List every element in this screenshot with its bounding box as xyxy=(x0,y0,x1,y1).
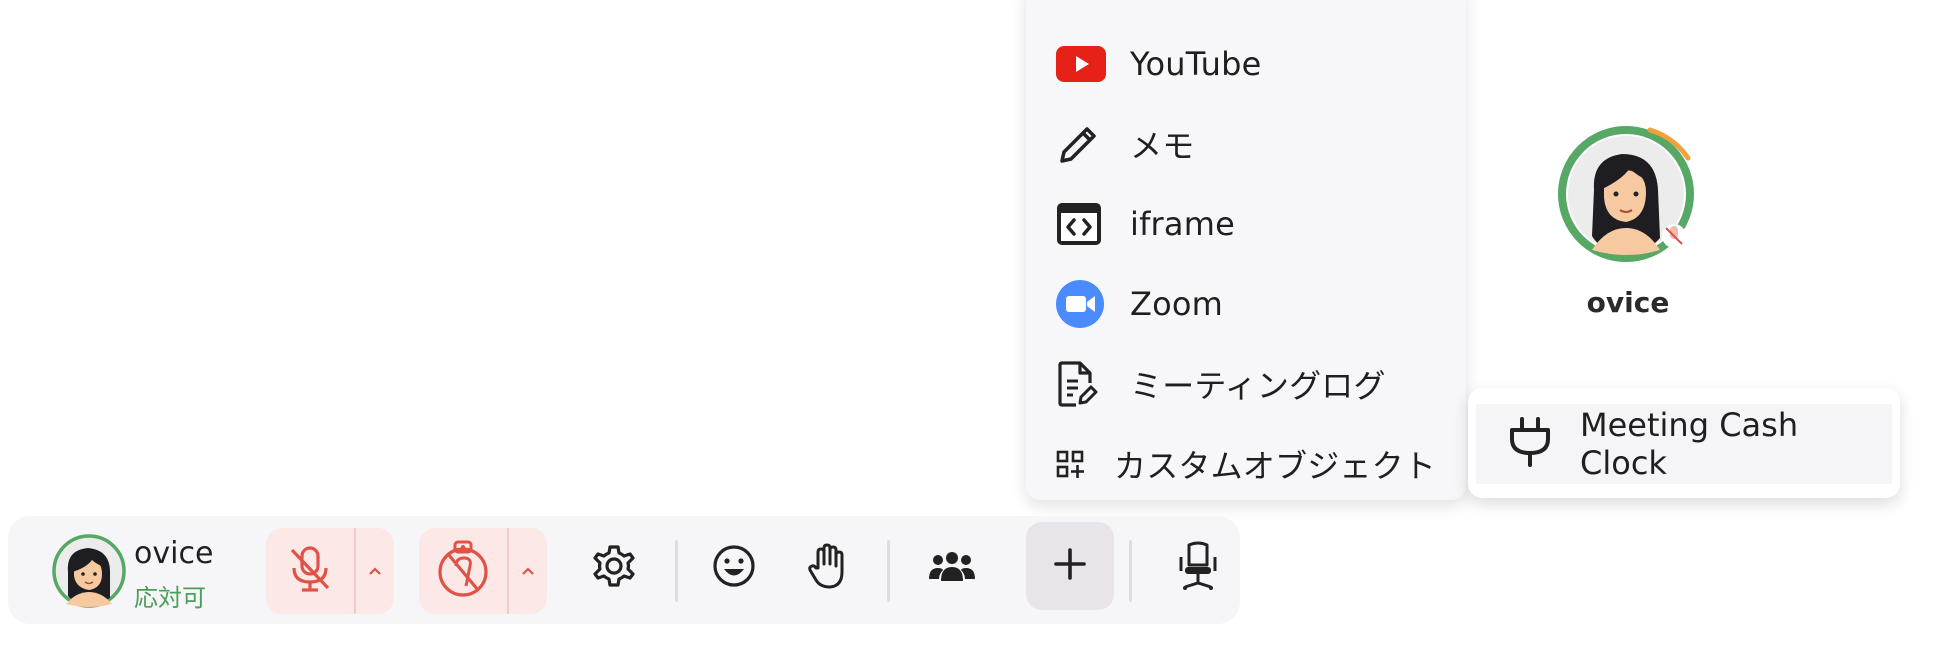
submenu-item-meeting-cash-clock[interactable]: Meeting Cash Clock xyxy=(1476,404,1892,484)
iframe-icon xyxy=(1056,202,1102,246)
submenu-item-label: Meeting Cash Clock xyxy=(1580,406,1799,482)
emoji-icon xyxy=(712,544,756,592)
gear-icon xyxy=(592,544,636,592)
plus-icon xyxy=(1052,546,1088,586)
toolbar-divider xyxy=(887,540,890,602)
pencil-icon xyxy=(1056,121,1102,167)
menu-item-label: カスタムオブジェクト xyxy=(1114,447,1437,485)
menu-item-label: YouTube xyxy=(1130,45,1262,83)
self-avatar[interactable] xyxy=(52,534,126,612)
menu-item-label: メモ xyxy=(1130,127,1195,165)
self-status[interactable]: 応対可 xyxy=(134,578,206,613)
reaction-button[interactable] xyxy=(704,538,764,598)
bottom-toolbar: ovice 応対可 xyxy=(8,516,1240,624)
toolbar-divider xyxy=(675,540,678,602)
mic-toggle-group xyxy=(266,528,394,614)
raise-hand-button[interactable] xyxy=(798,538,858,598)
participants-button[interactable] xyxy=(922,538,982,598)
map-user-name: ovice xyxy=(1586,286,1670,319)
youtube-icon xyxy=(1056,46,1106,82)
camera-options-button[interactable] xyxy=(509,528,547,614)
chevron-up-icon xyxy=(520,562,536,581)
menu-item-youtube[interactable]: YouTube xyxy=(1026,28,1466,100)
mic-off-icon xyxy=(288,544,332,598)
menu-item-label: Zoom xyxy=(1130,285,1224,323)
meeting-log-icon xyxy=(1056,361,1098,407)
avatar xyxy=(1558,126,1694,262)
camera-off-icon xyxy=(434,540,492,602)
office-chair-icon xyxy=(1177,541,1219,595)
add-object-button[interactable] xyxy=(1026,522,1114,610)
people-icon xyxy=(928,549,976,587)
menu-item-custom-object[interactable]: カスタムオブジェクト xyxy=(1026,428,1466,500)
menu-item-meeting-log[interactable]: ミーティングログ xyxy=(1026,348,1466,420)
raise-hand-icon xyxy=(806,542,850,594)
camera-toggle-group xyxy=(419,528,547,614)
custom-object-submenu: Meeting Cash Clock xyxy=(1468,388,1900,498)
map-user-avatar[interactable]: ovice xyxy=(1556,118,1706,319)
camera-toggle-button[interactable] xyxy=(419,528,507,614)
mic-options-button[interactable] xyxy=(356,528,394,614)
settings-button[interactable] xyxy=(584,538,644,598)
chevron-up-icon xyxy=(367,562,383,581)
seat-button[interactable] xyxy=(1168,538,1228,598)
self-name: ovice xyxy=(134,536,214,571)
custom-object-icon xyxy=(1056,450,1084,478)
mic-toggle-button[interactable] xyxy=(266,528,354,614)
menu-item-label: iframe xyxy=(1130,205,1235,243)
menu-item-iframe[interactable]: iframe xyxy=(1026,188,1466,260)
toolbar-divider xyxy=(1129,540,1132,602)
zoom-icon xyxy=(1056,280,1104,328)
menu-item-memo[interactable]: メモ xyxy=(1026,108,1466,180)
add-object-menu: YouTube メモ iframe Zoom ミーティングログ カスタムオブジェ… xyxy=(1026,0,1466,500)
plug-icon xyxy=(1508,417,1552,471)
menu-item-zoom[interactable]: Zoom xyxy=(1026,268,1466,340)
menu-item-label: ミーティングログ xyxy=(1130,367,1386,405)
